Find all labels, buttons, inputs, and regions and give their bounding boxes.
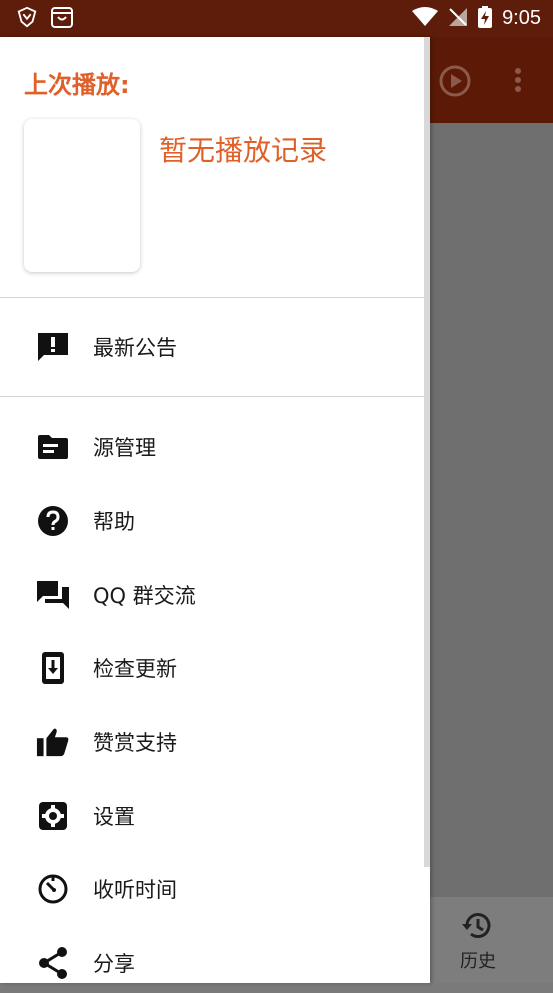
more-vert-icon[interactable] xyxy=(510,67,526,99)
settings-icon xyxy=(36,799,70,833)
history-icon xyxy=(461,913,495,945)
menu-item-share[interactable]: 分享 xyxy=(0,933,424,993)
navigation-drawer: 上次播放: 暂无播放记录 最新公告 源管理 帮助 QQ 群交流 检查更新 赞赏支… xyxy=(0,37,430,983)
menu-item-listen-time[interactable]: 收听时间 xyxy=(0,859,424,919)
menu-item-label: 收听时间 xyxy=(93,878,177,902)
no-record-text: 暂无播放记录 xyxy=(159,134,328,167)
drawer-scrollbar[interactable] xyxy=(424,37,430,867)
share-icon xyxy=(36,946,70,980)
timer-icon xyxy=(36,872,70,906)
folder-icon xyxy=(36,430,70,464)
menu-item-announcement[interactable]: 最新公告 xyxy=(0,317,424,377)
menu-item-settings[interactable]: 设置 xyxy=(0,786,424,846)
menu-item-label: 最新公告 xyxy=(93,336,177,360)
no-signal-icon xyxy=(448,7,468,31)
menu-item-check-update[interactable]: 检查更新 xyxy=(0,638,424,698)
menu-item-label: 帮助 xyxy=(93,510,135,534)
status-time: 9:05 xyxy=(502,7,541,29)
help-icon xyxy=(36,504,70,538)
menu-item-qq-group[interactable]: QQ 群交流 xyxy=(0,565,424,625)
chat-icon xyxy=(36,578,70,612)
menu-item-label: 分享 xyxy=(93,952,135,976)
thumb-up-icon xyxy=(36,725,70,759)
menu-item-help[interactable]: 帮助 xyxy=(0,491,424,551)
menu-item-label: 源管理 xyxy=(93,436,156,460)
nav-history-label: 历史 xyxy=(460,951,496,972)
announcement-icon xyxy=(36,330,70,364)
menu-item-label: 赞赏支持 xyxy=(93,731,177,755)
last-played-cover[interactable] xyxy=(24,119,140,272)
menu-item-source-management[interactable]: 源管理 xyxy=(0,417,424,477)
menu-item-label: QQ 群交流 xyxy=(93,584,196,608)
status-bar: 9:05 xyxy=(0,0,553,37)
wifi-icon xyxy=(412,6,439,31)
menu-item-label: 检查更新 xyxy=(93,657,177,681)
menu-divider xyxy=(0,396,424,397)
shop-app-icon xyxy=(50,5,74,33)
nav-history[interactable]: 历史 xyxy=(455,911,501,973)
last-played-title: 上次播放: xyxy=(24,71,130,99)
update-icon xyxy=(36,651,70,685)
header-divider xyxy=(0,297,424,298)
battery-charging-icon xyxy=(478,5,493,32)
menu-item-label: 设置 xyxy=(93,805,135,829)
shield-app-icon xyxy=(16,6,38,32)
menu-item-donate[interactable]: 赞赏支持 xyxy=(0,712,424,772)
play-circle-icon[interactable] xyxy=(438,64,472,102)
